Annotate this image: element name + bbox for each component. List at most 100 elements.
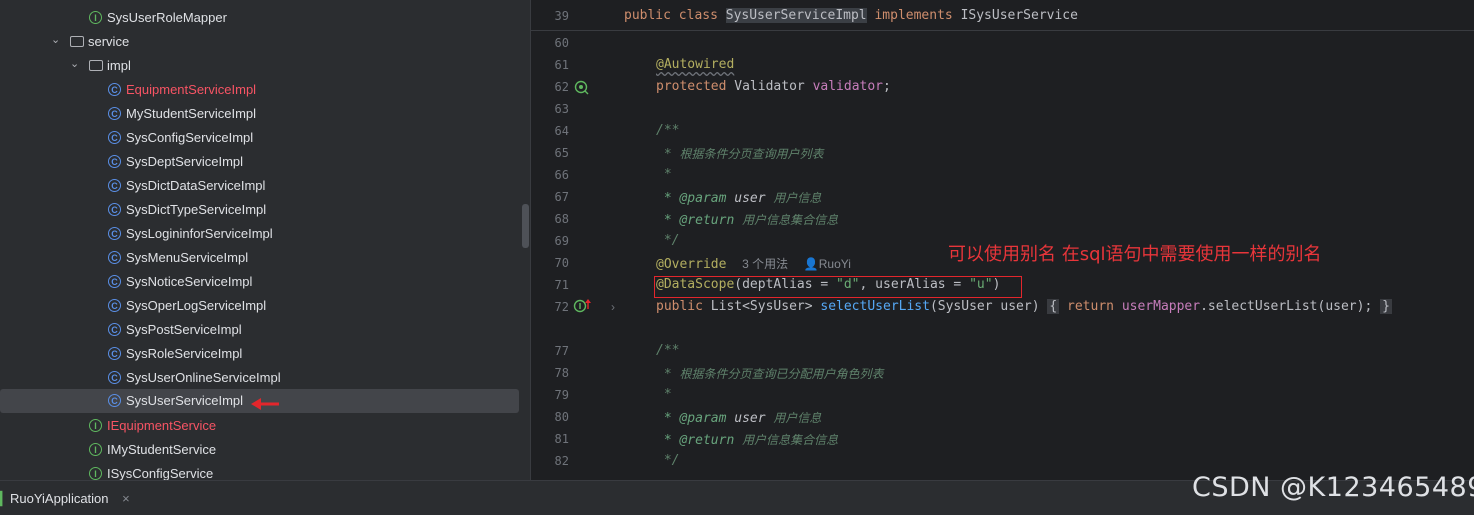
comment-text: 用户信息: [773, 191, 822, 205]
tree-item-syspostserviceimpl[interactable]: C SysPostServiceImpl: [0, 318, 530, 342]
tree-item-label: SysLogininforServiceImpl: [126, 226, 273, 241]
interface-icon: I: [89, 419, 102, 432]
type-name: Validator: [734, 79, 813, 94]
line-number: 60: [554, 36, 569, 50]
interface-icon: I: [89, 11, 102, 24]
javadoc-tag: * @return: [656, 433, 743, 448]
annotation: @Override: [656, 257, 727, 272]
keyword: return: [1059, 299, 1122, 314]
sticky-class-header[interactable]: 39 public class SysUserServiceImpl imple…: [531, 0, 1474, 31]
line-number: 66: [554, 168, 569, 182]
tree-item-service-folder[interactable]: ⌄ service: [0, 30, 530, 54]
class-icon: C: [108, 323, 121, 336]
tree-item-label: SysDictDataServiceImpl: [126, 178, 266, 193]
tree-item-sysmenuserviceimpl[interactable]: C SysMenuServiceImpl: [0, 246, 530, 270]
class-icon: C: [108, 251, 121, 264]
tree-item-sysoperlogserviceimpl[interactable]: C SysOperLogServiceImpl: [0, 294, 530, 318]
author-hint[interactable]: RuoYi: [819, 257, 851, 271]
tree-item-isysconfigservice[interactable]: I ISysConfigService: [0, 462, 530, 480]
sticky-code-line: public class SysUserServiceImpl implemen…: [624, 8, 1078, 23]
chevron-down-icon[interactable]: ⌄: [51, 33, 63, 46]
folded-brace-close[interactable]: }: [1380, 299, 1392, 314]
keyword: public: [656, 299, 711, 314]
class-icon: C: [108, 227, 121, 240]
tree-item-label: IMyStudentService: [107, 442, 217, 457]
tree-item-syslogininforserviceimpl[interactable]: C SysLogininforServiceImpl: [0, 222, 530, 246]
tree-item-sysuseronlineserviceimpl[interactable]: C SysUserOnlineServiceImpl: [0, 366, 530, 390]
class-icon: C: [108, 107, 121, 120]
tree-item-label: SysUserOnlineServiceImpl: [126, 370, 281, 385]
line-number: 70: [554, 256, 569, 270]
comment-text: 用户信息: [773, 411, 822, 425]
chevron-down-icon[interactable]: ⌄: [70, 57, 82, 70]
code-line-62: protected Validator validator;: [656, 79, 891, 94]
javadoc-tag: * @return: [656, 213, 743, 228]
line-number: 72: [554, 300, 569, 314]
tree-item-label: service: [88, 34, 130, 49]
tree-item-sysroleserviceimpl[interactable]: C SysRoleServiceImpl: [0, 342, 530, 366]
tree-item-sysnoticeserviceimpl[interactable]: C SysNoticeServiceImpl: [0, 270, 530, 294]
folder-icon: [70, 36, 84, 47]
tree-item-equipmentserviceimpl[interactable]: C EquipmentServiceImpl: [0, 78, 530, 102]
tree-item-label: ISysConfigService: [107, 466, 214, 480]
close-icon[interactable]: ×: [122, 491, 130, 506]
tree-item-sysdictdataserviceimpl[interactable]: C SysDictDataServiceImpl: [0, 174, 530, 198]
code-line-61: @Autowired: [656, 57, 734, 72]
run-config-label: RuoYiApplication: [10, 491, 109, 506]
javadoc-tag: * @param: [656, 191, 735, 206]
line-number: 79: [554, 388, 569, 402]
line-number: 67: [554, 190, 569, 204]
code-line-67: * @param user 用户信息: [656, 189, 822, 206]
code-line-65: * 根据条件分页查询用户列表: [656, 145, 824, 162]
field-name: userMapper: [1121, 299, 1201, 314]
fold-chevron-icon[interactable]: ›: [611, 300, 615, 314]
tree-item-sysdeptserviceimpl[interactable]: C SysDeptServiceImpl: [0, 150, 530, 174]
usage-hint[interactable]: 3 个用法: [742, 257, 788, 271]
code-line-69: */: [656, 233, 680, 248]
javadoc-tag: * @param: [656, 411, 735, 426]
tree-item-sysuserrolemapper[interactable]: I SysUserRoleMapper: [0, 6, 530, 30]
code-line-70: @Override 3 个用法 👤RuoYi: [656, 255, 851, 272]
tree-item-label: SysUserServiceImpl: [126, 393, 244, 408]
class-icon: C: [108, 155, 121, 168]
line-number: 39: [554, 9, 569, 23]
line-number: 68: [554, 212, 569, 226]
tree-item-label: SysPostServiceImpl: [126, 322, 242, 337]
implements-method-icon[interactable]: [573, 298, 595, 314]
line-number: 82: [554, 454, 569, 468]
tree-item-label: SysRoleServiceImpl: [126, 346, 243, 361]
field-name: validator: [812, 79, 884, 94]
tree-item-label: MyStudentServiceImpl: [126, 106, 257, 121]
tree-item-label: SysUserRoleMapper: [107, 10, 227, 25]
run-config-tab[interactable]: ▎RuoYiApplication ×: [0, 491, 130, 507]
line-number: 69: [554, 234, 569, 248]
class-icon: C: [108, 131, 121, 144]
code-line-78: * 根据条件分页查询已分配用户角色列表: [656, 365, 884, 382]
code-line-81: * @return 用户信息集合信息: [656, 431, 838, 448]
code-line-72: public List<SysUser> selectUserList(SysU…: [656, 299, 1392, 314]
tree-item-imystudentservice[interactable]: I IMyStudentService: [0, 438, 530, 462]
param-name: user: [734, 191, 774, 206]
class-icon: C: [108, 299, 121, 312]
tree-item-label: SysMenuServiceImpl: [126, 250, 249, 265]
folder-icon: [89, 60, 103, 71]
tree-item-label: SysNoticeServiceImpl: [126, 274, 253, 289]
bean-injection-icon[interactable]: [574, 79, 590, 95]
tree-item-impl-folder[interactable]: ⌄ impl: [0, 54, 530, 78]
tree-item-label: SysConfigServiceImpl: [126, 130, 254, 145]
tree-item-iequipmentservice[interactable]: I IEquipmentService: [0, 414, 530, 438]
tree-item-sysdicttypeserviceimpl[interactable]: C SysDictTypeServiceImpl: [0, 198, 530, 222]
tree-item-sysconfigserviceimpl[interactable]: C SysConfigServiceImpl: [0, 126, 530, 150]
folded-brace-open[interactable]: {: [1047, 299, 1060, 314]
method-params: (SysUser user): [929, 299, 1040, 314]
code-line-82: */: [656, 453, 680, 468]
tree-scrollbar-thumb[interactable]: [522, 204, 529, 248]
tree-item-mystudentserviceimpl[interactable]: C MyStudentServiceImpl: [0, 102, 530, 126]
line-number: 78: [554, 366, 569, 380]
code-line-64: /**: [656, 123, 680, 138]
keyword: protected: [656, 79, 735, 94]
code-line-66: *: [656, 167, 672, 182]
class-icon: C: [108, 83, 121, 96]
comment-text: 用户信息集合信息: [742, 213, 839, 227]
param-name: user: [734, 411, 774, 426]
